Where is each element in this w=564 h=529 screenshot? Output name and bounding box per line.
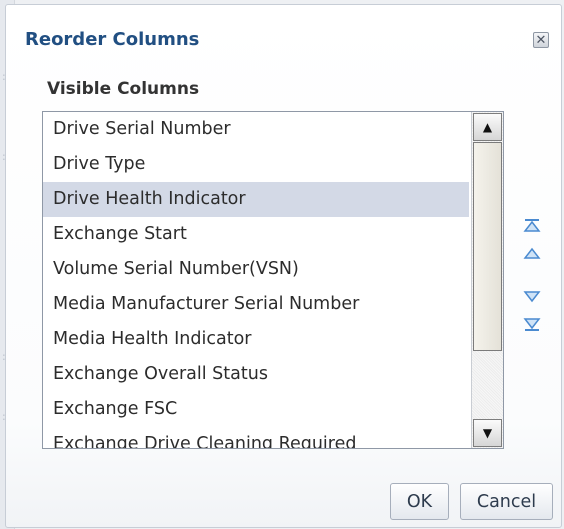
column-list-item[interactable]: Exchange Start — [43, 217, 469, 252]
scroll-thumb[interactable] — [473, 142, 502, 351]
column-list-item[interactable]: Exchange Overall Status — [43, 357, 469, 392]
visible-columns-label: Visible Columns — [47, 79, 200, 99]
close-icon[interactable]: ✕ — [533, 32, 549, 48]
column-list-item[interactable]: Media Manufacturer Serial Number — [43, 287, 469, 322]
visible-columns-list[interactable]: Drive Serial Number Drive Type Drive Healt… — [42, 111, 504, 449]
column-items: Drive Serial Number Drive Type Drive Healt… — [43, 112, 469, 448]
ok-button[interactable]: OK — [390, 483, 449, 520]
column-list-item[interactable]: Drive Serial Number — [43, 112, 469, 147]
scroll-up-button[interactable]: ▲ — [473, 113, 502, 141]
move-down-icon[interactable] — [519, 285, 545, 307]
cancel-button[interactable]: Cancel — [460, 483, 553, 520]
column-list-item[interactable]: Media Health Indicator — [43, 322, 469, 357]
reorder-columns-dialog: Reorder Columns ✕ Visible Columns Drive … — [5, 4, 562, 528]
list-scrollbar[interactable]: ▲ ▼ — [471, 112, 503, 448]
column-list-item[interactable]: Exchange FSC — [43, 392, 469, 427]
move-up-icon[interactable] — [519, 243, 545, 265]
dialog-title: Reorder Columns — [25, 29, 200, 50]
column-list-item[interactable]: Drive Type — [43, 147, 469, 182]
column-list-item[interactable]: Volume Serial Number(VSN) — [43, 252, 469, 287]
move-to-bottom-icon[interactable] — [519, 313, 545, 335]
column-list-item[interactable]: Exchange Drive Cleaning Required — [43, 427, 469, 448]
column-list-item[interactable]: Drive Health Indicator — [43, 182, 469, 217]
move-to-top-icon[interactable] — [519, 215, 545, 237]
scroll-down-button[interactable]: ▼ — [473, 419, 502, 447]
